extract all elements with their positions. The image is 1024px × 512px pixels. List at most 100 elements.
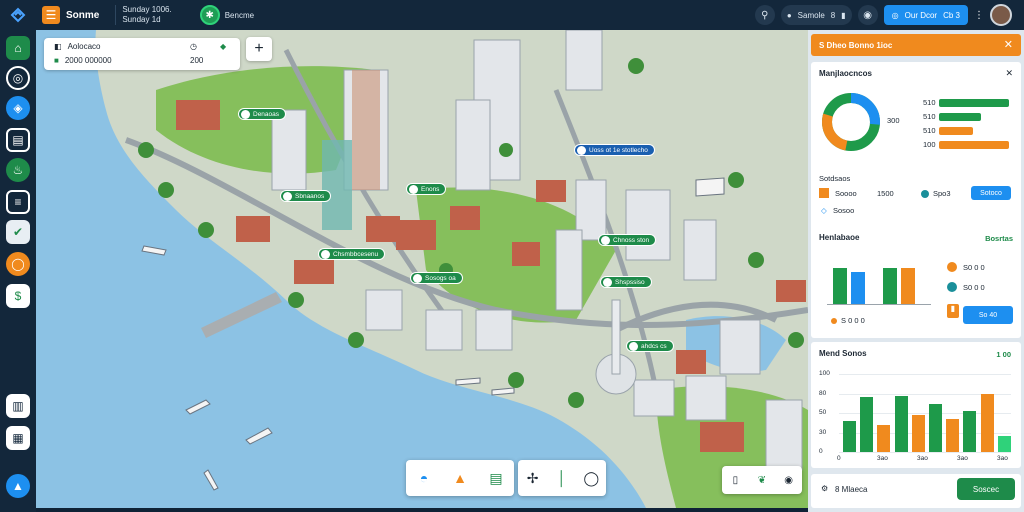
app-logo-icon[interactable] (0, 0, 36, 30)
user-selector[interactable]: ● Samole 8 ▮ (780, 5, 852, 25)
map-info-label: Aolocaco (67, 42, 101, 51)
panel-title: S Dheo Bonno 1ioc (819, 40, 893, 50)
profile-icon[interactable]: ◉ (857, 5, 878, 25)
pin-icon[interactable]: ◆ (220, 42, 226, 51)
map-marker[interactable]: ahdcs cs (626, 340, 674, 352)
line-icon[interactable]: │ (549, 465, 575, 491)
map-marker[interactable]: Chsmbbcesenu (318, 248, 386, 260)
trend-bar (946, 419, 960, 452)
map-marker[interactable]: Chnoss ston (598, 234, 657, 246)
marker-icon (283, 191, 292, 201)
map-marker[interactable]: Sbnaanos (280, 190, 332, 202)
panel-footer: ⚙ 8 Mlaeca Soscec (811, 474, 1021, 508)
primary-action-button[interactable]: ◎ Our Dcor Cb 3 (883, 5, 968, 25)
stack-icon[interactable]: ▤ (483, 465, 509, 491)
panel-footer-button[interactable]: Soscec (957, 478, 1015, 500)
map-marker[interactable]: Uoss ot 1e stotlecho (574, 144, 655, 156)
comparison-action-button[interactable]: So 40 (963, 306, 1013, 324)
database-icon[interactable]: ▥ (6, 394, 30, 418)
summary-footnote: Sosoo (833, 206, 855, 215)
tower-6 (625, 189, 671, 261)
legend-value: 1500 (877, 189, 894, 198)
y-tick-label: 80 (819, 389, 827, 397)
marker-icon (409, 184, 418, 194)
home-icon[interactable]: ⌂ (6, 36, 30, 60)
trash-icon[interactable]: ▯ (722, 467, 748, 493)
trend-bar (894, 395, 908, 452)
tower-8 (683, 219, 717, 281)
analytics-icon[interactable]: ▤ (6, 128, 30, 152)
map-marker[interactable]: Enons (406, 183, 447, 195)
close-icon[interactable]: ✕ (1004, 38, 1013, 51)
avatar[interactable] (990, 4, 1012, 26)
boat (245, 427, 273, 445)
panel-footer-label: 8 Mlaeca (835, 485, 868, 494)
fire-icon[interactable]: ♨ (6, 158, 30, 182)
close-icon[interactable]: ✕ (1005, 68, 1013, 79)
tower-3 (455, 99, 491, 191)
y-tick-label: 50 (819, 409, 827, 416)
session-info-line2: Sunday 1d (122, 15, 161, 24)
leaf-icon[interactable]: ❦ (749, 467, 775, 493)
clock-icon[interactable]: ◷ (190, 42, 197, 51)
map-marker[interactable]: Sosogs oa (410, 272, 463, 284)
city-map-canvas (95, 30, 808, 508)
coin-icon[interactable]: ◯ (6, 252, 30, 276)
pier (201, 292, 282, 338)
drawing-toolbar: ✢ │ ◯ (518, 460, 606, 496)
zoom-in-button[interactable]: + (246, 37, 272, 61)
tree (568, 392, 584, 408)
x-tick-label: 3ao (957, 455, 968, 462)
marker-icon (241, 109, 250, 119)
map-info-card[interactable]: ◧ Aolocaco ■ 2000 000000 ◷ ◆ 200 (44, 38, 240, 70)
marker-icon (629, 341, 638, 351)
circle-icon[interactable]: ◯ (578, 465, 604, 491)
warning-icon[interactable]: ▲ (447, 465, 473, 491)
cursor-icon[interactable]: ✢ (520, 465, 546, 491)
bar (939, 127, 973, 135)
map-info-row: ◧ Aolocaco (54, 42, 100, 51)
tower-10 (719, 319, 761, 375)
tree (728, 172, 744, 188)
map-info-row: ■ 2000 000000 (54, 56, 112, 65)
globe-icon[interactable]: ◎ (6, 66, 30, 90)
more-icon[interactable]: ⋮ (974, 10, 984, 21)
block-1 (475, 309, 513, 351)
help-icon[interactable]: ▲ (6, 474, 30, 498)
tree (288, 292, 304, 308)
list-icon[interactable]: ≡ (6, 190, 30, 214)
marker-icon (577, 145, 586, 155)
glass-tower (322, 140, 352, 230)
top-bar-actions: ⚲ ● Samole 8 ▮ ◉ ◎ Our Dcor Cb 3 ⋮ (754, 4, 1012, 26)
menu-icon[interactable]: ☰ (42, 6, 60, 24)
user-label: Samole (797, 10, 825, 20)
trend-bar (929, 403, 942, 452)
calendar-icon[interactable]: ▦ (6, 426, 30, 450)
status-indicator[interactable]: ✱ Bencme (199, 5, 254, 25)
y-tick-label: 100 (819, 370, 830, 377)
map-marker[interactable]: Denaoas (238, 108, 287, 120)
city-map[interactable]: Denaoas Sbnaanos Enons Uoss ot 1e stotle… (36, 30, 808, 508)
house-2 (236, 216, 270, 242)
trend-bar (877, 424, 891, 452)
check-icon[interactable]: ✔ (6, 220, 30, 244)
summary-action-button[interactable]: Sotoco (971, 186, 1011, 200)
donut-value: 300 (887, 116, 900, 125)
summary-subtitle: Sotdsaos (819, 174, 851, 183)
target-icon[interactable]: ◉ (776, 467, 802, 493)
bucket-icon[interactable]: ◓ (411, 465, 437, 491)
marker-icon (321, 249, 330, 259)
app-title[interactable]: ☰ Sonme (42, 6, 99, 24)
search-icon[interactable]: ⚲ (754, 5, 775, 25)
legend-dot (831, 318, 837, 324)
export-icon[interactable]: ▮ (947, 304, 959, 318)
boat (695, 177, 725, 197)
app-name: Sonme (66, 9, 100, 21)
marker-label: Denaoas (253, 110, 280, 118)
map-marker[interactable]: Shspssiso (600, 276, 652, 288)
shield-icon[interactable]: ◈ (6, 96, 30, 120)
user-icon: ● (786, 10, 792, 20)
legend-label: S 0 0 0 (841, 316, 865, 325)
money-icon[interactable]: $ (6, 284, 30, 308)
summary-card: Manjlaocncos ✕ 300 Sotdsaos Soooo 1500 S… (811, 62, 1021, 252)
